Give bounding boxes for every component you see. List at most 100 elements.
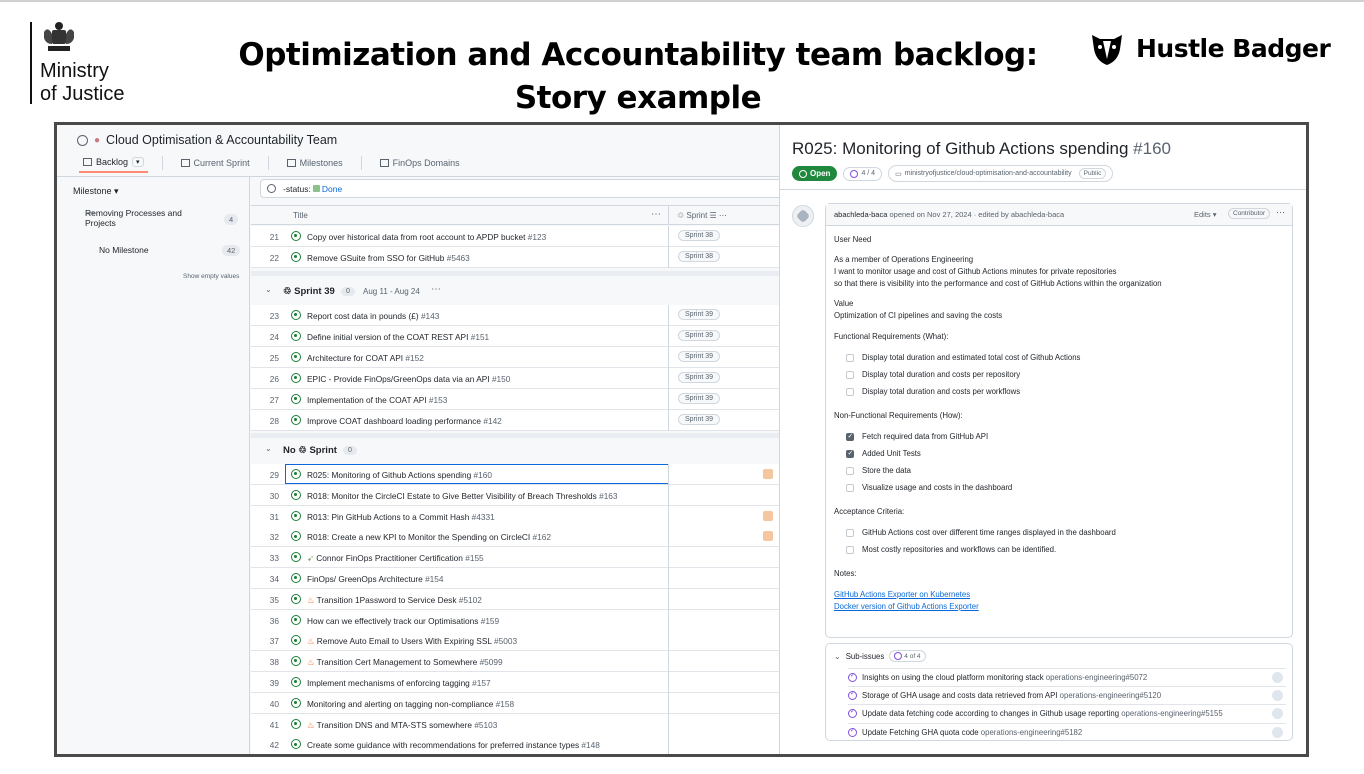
- row-title[interactable]: Remove GSuite from SSO for GitHub #5463: [307, 253, 470, 263]
- filter-input[interactable]: -status: Done: [260, 179, 800, 198]
- table-row[interactable]: 34 FinOps/ GreenOps Architecture #154: [251, 568, 779, 589]
- show-empty-values-link[interactable]: Show empty values: [183, 273, 239, 280]
- avatar[interactable]: [1272, 672, 1283, 683]
- row-title[interactable]: ➹ Connor FinOps Practitioner Certificati…: [307, 553, 484, 563]
- task-checkbox[interactable]: [846, 388, 854, 396]
- row-title[interactable]: ♨ Remove Auto Email to Users With Expiri…: [307, 636, 517, 646]
- task-checkbox[interactable]: [846, 529, 854, 537]
- row-title[interactable]: Create some guidance with recommendation…: [307, 740, 600, 750]
- row-title[interactable]: Report cost data in pounds (£) #143: [307, 311, 439, 321]
- table-row[interactable]: 36 How can we effectively track our Optim…: [251, 609, 779, 631]
- sub-issue-title[interactable]: Storage of GHA usage and costs data retr…: [862, 691, 1161, 700]
- row-title[interactable]: FinOps/ GreenOps Architecture #154: [307, 574, 444, 584]
- sub-issue-title[interactable]: Update Fetching GHA quota code operation…: [862, 728, 1082, 737]
- author-link[interactable]: abachleda-baca: [834, 210, 887, 219]
- globe-icon: [77, 134, 88, 146]
- column-divider: [668, 526, 669, 548]
- row-title[interactable]: Architecture for COAT API #152: [307, 353, 424, 363]
- linked-item-icon[interactable]: [763, 531, 773, 542]
- subissue-progress-badge[interactable]: 4 / 4: [843, 166, 883, 181]
- group-header-no-sprint[interactable]: ⌄ No ♲ Sprint 0: [251, 440, 779, 462]
- chevron-down-icon[interactable]: ⌄: [265, 444, 272, 453]
- table-row[interactable]: 22 Remove GSuite from SSO for GitHub #54…: [251, 247, 779, 268]
- linked-item-icon[interactable]: [763, 469, 773, 479]
- table-row[interactable]: 27 Implementation of the COAT API #153 S…: [251, 389, 779, 410]
- row-title[interactable]: ♨ Transition 1Password to Service Desk #…: [307, 595, 482, 605]
- task-checkbox[interactable]: [846, 546, 854, 554]
- project-title[interactable]: Cloud Optimisation & Accountability Team: [106, 133, 337, 147]
- table-row[interactable]: 37 ♨ Remove Auto Email to Users With Expi…: [251, 630, 779, 652]
- tab-finops-domains[interactable]: FinOps Domains: [376, 153, 464, 173]
- task-checkbox-checked[interactable]: [846, 431, 854, 443]
- table-row[interactable]: 38 ♨ Transition Cert Management to Somewh…: [251, 651, 779, 673]
- open-issue-icon: [291, 310, 301, 320]
- table-row[interactable]: 42 Create some guidance with recommendati…: [251, 734, 779, 754]
- sub-issue-row[interactable]: Insights on using the cloud platform mon…: [848, 668, 1286, 686]
- sub-issue-row[interactable]: Storage of GHA usage and costs data retr…: [848, 686, 1286, 704]
- tab-current-sprint[interactable]: Current Sprint: [177, 153, 254, 173]
- tab-milestones[interactable]: Milestones: [283, 153, 347, 173]
- table-row[interactable]: 21 Copy over historical data from root a…: [251, 226, 779, 247]
- note-link[interactable]: GitHub Actions Exporter on Kubernetes: [834, 589, 970, 601]
- linked-item-icon[interactable]: [763, 510, 773, 521]
- column-title[interactable]: Title: [293, 211, 308, 220]
- avatar[interactable]: [1272, 708, 1283, 720]
- table-row[interactable]: 32 R018: Create a new KPI to Monitor the …: [251, 526, 779, 548]
- table-row[interactable]: 33 ➹ Connor FinOps Practitioner Certifica…: [251, 547, 779, 569]
- sidebar-item-removing-processes[interactable]: Removing Processes and Projects: [85, 208, 182, 228]
- edits-dropdown[interactable]: Edits ▾: [1194, 210, 1217, 219]
- task-checkbox[interactable]: [846, 354, 854, 362]
- table-row[interactable]: 25 Architecture for COAT API #152 Sprint…: [251, 347, 779, 368]
- row-title[interactable]: ♨ Transition Cert Management to Somewher…: [307, 657, 503, 667]
- row-title[interactable]: Copy over historical data from root acco…: [307, 232, 546, 242]
- more-icon[interactable]: ⋯: [431, 284, 441, 295]
- row-title[interactable]: Monitoring and alerting on tagging non-c…: [307, 699, 514, 709]
- table-row[interactable]: 41 ♨ Transition DNS and MTA-STS somewhere…: [251, 713, 779, 735]
- sub-issue-title[interactable]: Update data fetching code according to c…: [862, 709, 1223, 718]
- table-row[interactable]: 30 R018: Monitor the CircleCI Estate to G…: [251, 484, 779, 506]
- tab-backlog[interactable]: Backlog ▾: [79, 153, 148, 173]
- avatar[interactable]: [792, 205, 814, 227]
- table-row[interactable]: 28 Improve COAT dashboard loading perfor…: [251, 410, 779, 431]
- table-row[interactable]: 24 Define initial version of the COAT RE…: [251, 326, 779, 347]
- row-title[interactable]: Implementation of the COAT API #153: [307, 395, 447, 405]
- table-row[interactable]: 31 R013: Pin GitHub Actions to a Commit H…: [251, 505, 779, 527]
- sub-issue-title[interactable]: Insights on using the cloud platform mon…: [862, 673, 1147, 682]
- task-checkbox[interactable]: [846, 371, 854, 379]
- chevron-down-icon[interactable]: ⌄: [834, 652, 841, 661]
- sub-issue-row[interactable]: Update Fetching GHA quota code operation…: [848, 722, 1286, 741]
- row-title[interactable]: Implement mechanisms of enforcing taggin…: [307, 678, 491, 688]
- table-row[interactable]: 23 Report cost data in pounds (£) #143 S…: [251, 305, 779, 326]
- sidebar-header[interactable]: Milestone ▾: [73, 186, 119, 197]
- table-row[interactable]: 40 Monitoring and alerting on tagging non…: [251, 692, 779, 714]
- row-title[interactable]: R025: Monitoring of Github Actions spend…: [307, 470, 492, 480]
- table-row[interactable]: 26 EPIC - Provide FinOps/GreenOps data v…: [251, 368, 779, 389]
- chevron-down-icon[interactable]: ▾: [132, 157, 144, 167]
- table-row[interactable]: 35 ♨ Transition 1Password to Service Desk…: [251, 588, 779, 610]
- avatar[interactable]: [1272, 726, 1283, 738]
- column-sprint[interactable]: ♲ Sprint ☰ ⋯: [677, 211, 727, 220]
- row-title[interactable]: Define initial version of the COAT REST …: [307, 332, 489, 342]
- more-icon[interactable]: ⋯: [1276, 207, 1285, 218]
- column-menu-icon[interactable]: ⋯: [651, 209, 661, 220]
- task-checkbox[interactable]: [846, 484, 854, 492]
- table-row[interactable]: 39 Implement mechanisms of enforcing tagg…: [251, 672, 779, 693]
- group-header-sprint-39[interactable]: ⌄ ♲ Sprint 39 0 Aug 11 - Aug 24 ⋯: [251, 281, 779, 303]
- row-title[interactable]: Improve COAT dashboard loading performan…: [307, 416, 502, 426]
- task-checkbox-checked[interactable]: [846, 448, 854, 460]
- repo-badge[interactable]: ▭ ministryofjustice/cloud-optimisation-an…: [888, 165, 1114, 182]
- row-title[interactable]: R018: Create a new KPI to Monitor the Sp…: [307, 532, 551, 542]
- row-title[interactable]: R018: Monitor the CircleCI Estate to Giv…: [307, 491, 618, 501]
- sidebar-item-no-milestone[interactable]: No Milestone: [99, 245, 149, 255]
- row-title[interactable]: EPIC - Provide FinOps/GreenOps data via …: [307, 374, 510, 384]
- table-row-selected[interactable]: 29 R025: Monitoring of Github Actions spe…: [251, 464, 779, 485]
- row-title[interactable]: ♨ Transition DNS and MTA-STS somewhere #…: [307, 720, 497, 730]
- sub-issue-row[interactable]: Update data fetching code according to c…: [848, 704, 1286, 722]
- note-link[interactable]: Docker version of Github Actions Exporte…: [834, 601, 979, 613]
- chevron-down-icon[interactable]: ⌄: [265, 285, 272, 294]
- sub-issues-header[interactable]: ⌄ Sub-issues 4 of 4: [834, 650, 926, 662]
- avatar[interactable]: [1272, 690, 1283, 702]
- row-title[interactable]: How can we effectively track our Optimis…: [307, 616, 499, 626]
- row-title[interactable]: R013: Pin GitHub Actions to a Commit Has…: [307, 512, 495, 522]
- task-checkbox[interactable]: [846, 467, 854, 475]
